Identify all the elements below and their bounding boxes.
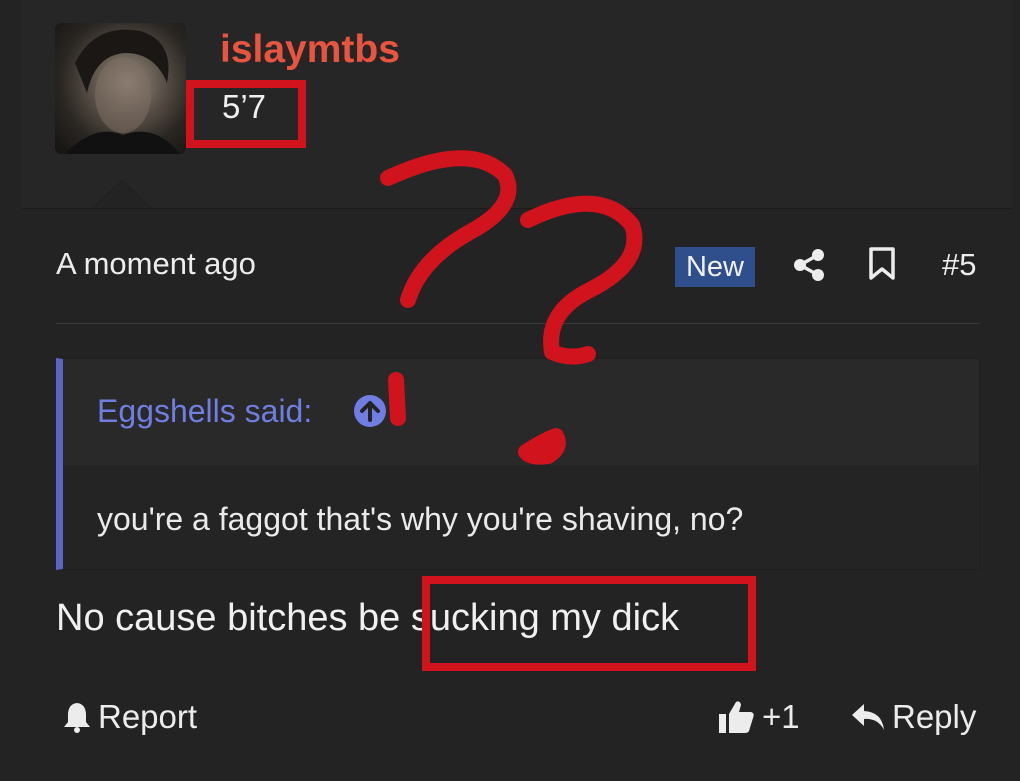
username[interactable]: islaymtbs bbox=[220, 28, 400, 72]
new-badge: New bbox=[675, 247, 755, 287]
quote-text: you're a faggot that's why you're shavin… bbox=[97, 501, 744, 537]
divider bbox=[56, 323, 980, 324]
quote-author[interactable]: Eggshells said: bbox=[97, 393, 312, 430]
avatar[interactable] bbox=[55, 23, 186, 154]
bell-icon bbox=[64, 703, 90, 733]
report-label: Report bbox=[98, 698, 198, 735]
post-timestamp[interactable]: A moment ago bbox=[56, 246, 256, 282]
reply-button[interactable]: Reply bbox=[850, 698, 976, 736]
arrow-up-circle-icon[interactable] bbox=[353, 394, 387, 433]
quote-block: Eggshells said: you're a faggot that's w… bbox=[56, 358, 980, 570]
thumbs-up-icon bbox=[719, 701, 754, 733]
header-pointer bbox=[92, 180, 152, 208]
reply-label: Reply bbox=[892, 698, 977, 735]
post-number[interactable]: #5 bbox=[942, 247, 976, 283]
red-annotation-box-body bbox=[422, 576, 756, 671]
quote-header: Eggshells said: bbox=[63, 359, 979, 465]
like-count: +1 bbox=[762, 698, 800, 735]
like-button[interactable]: +1 bbox=[718, 698, 800, 736]
share-icon[interactable] bbox=[792, 248, 826, 287]
reply-arrow-icon bbox=[852, 704, 884, 730]
bookmark-icon[interactable] bbox=[868, 247, 896, 286]
report-button[interactable]: Report bbox=[62, 698, 197, 736]
quote-body: you're a faggot that's why you're shavin… bbox=[63, 465, 979, 569]
red-annotation-box-title bbox=[186, 80, 306, 148]
